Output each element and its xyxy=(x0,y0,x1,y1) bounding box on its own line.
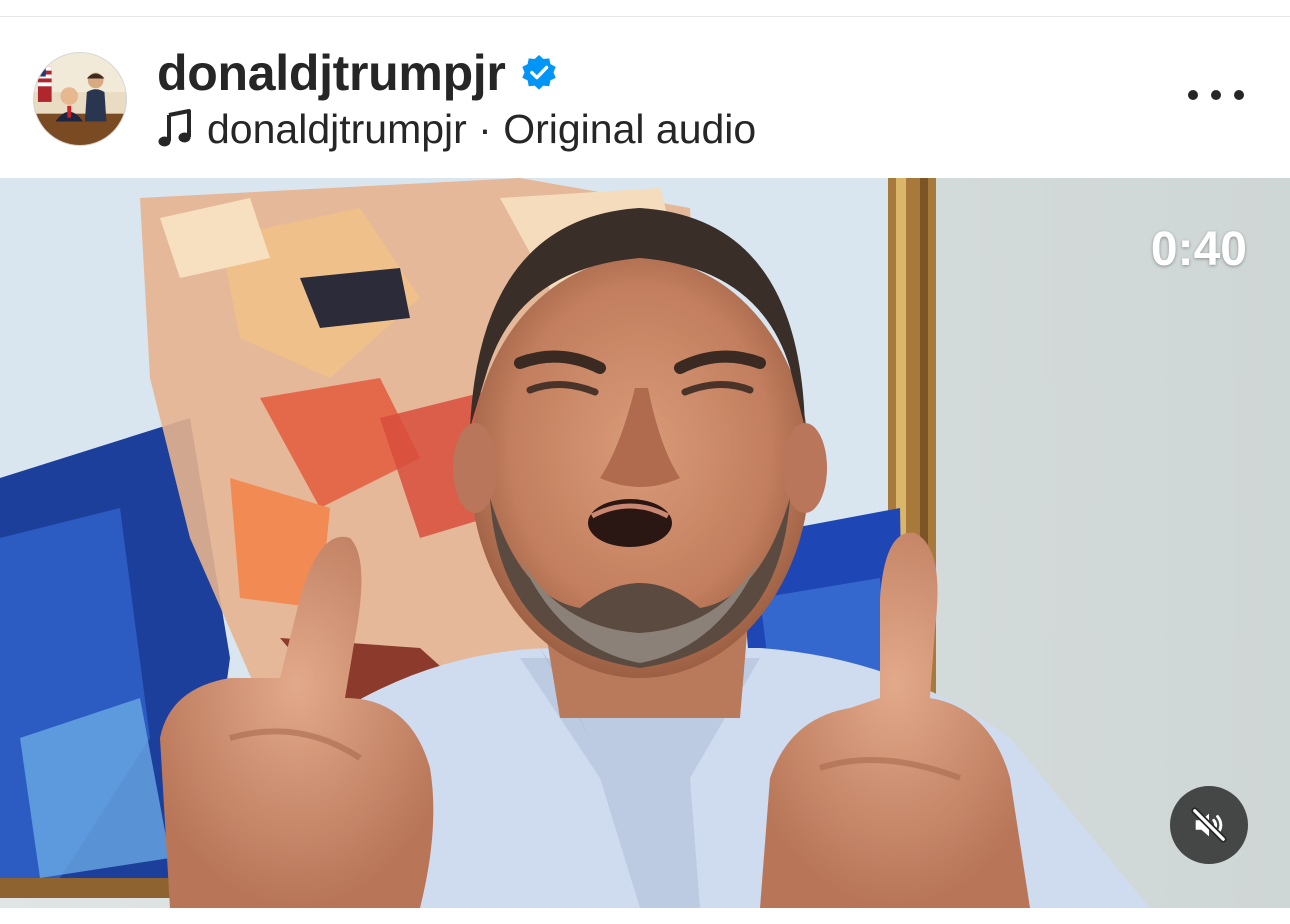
avatar-image xyxy=(34,53,126,145)
mute-toggle-button[interactable] xyxy=(1170,786,1248,864)
bottom-strip xyxy=(0,908,1290,924)
music-note-icon xyxy=(158,109,191,147)
audio-row[interactable]: donaldjtrumpjr · Original audio xyxy=(157,104,756,154)
top-divider xyxy=(0,0,1290,17)
verified-badge-icon xyxy=(521,54,556,90)
more-options-button[interactable] xyxy=(1188,80,1244,110)
more-horizontal-icon-dot xyxy=(1234,90,1244,100)
username-row: donaldjtrumpjr xyxy=(157,44,558,102)
username[interactable]: donaldjtrumpjr xyxy=(157,44,506,102)
more-horizontal-icon xyxy=(1188,90,1198,100)
video-frame xyxy=(0,178,1290,908)
post-header: donaldjtrumpjr donaldjtrumpjr · Original… xyxy=(0,18,1290,178)
video-duration: 0:40 xyxy=(1150,223,1247,276)
video-player[interactable]: 0:40 xyxy=(0,178,1290,908)
audio-label: donaldjtrumpjr · Original audio xyxy=(207,105,757,152)
speaker-muted-icon xyxy=(1191,807,1227,843)
avatar[interactable] xyxy=(33,52,127,146)
more-horizontal-icon-dot xyxy=(1211,90,1221,100)
